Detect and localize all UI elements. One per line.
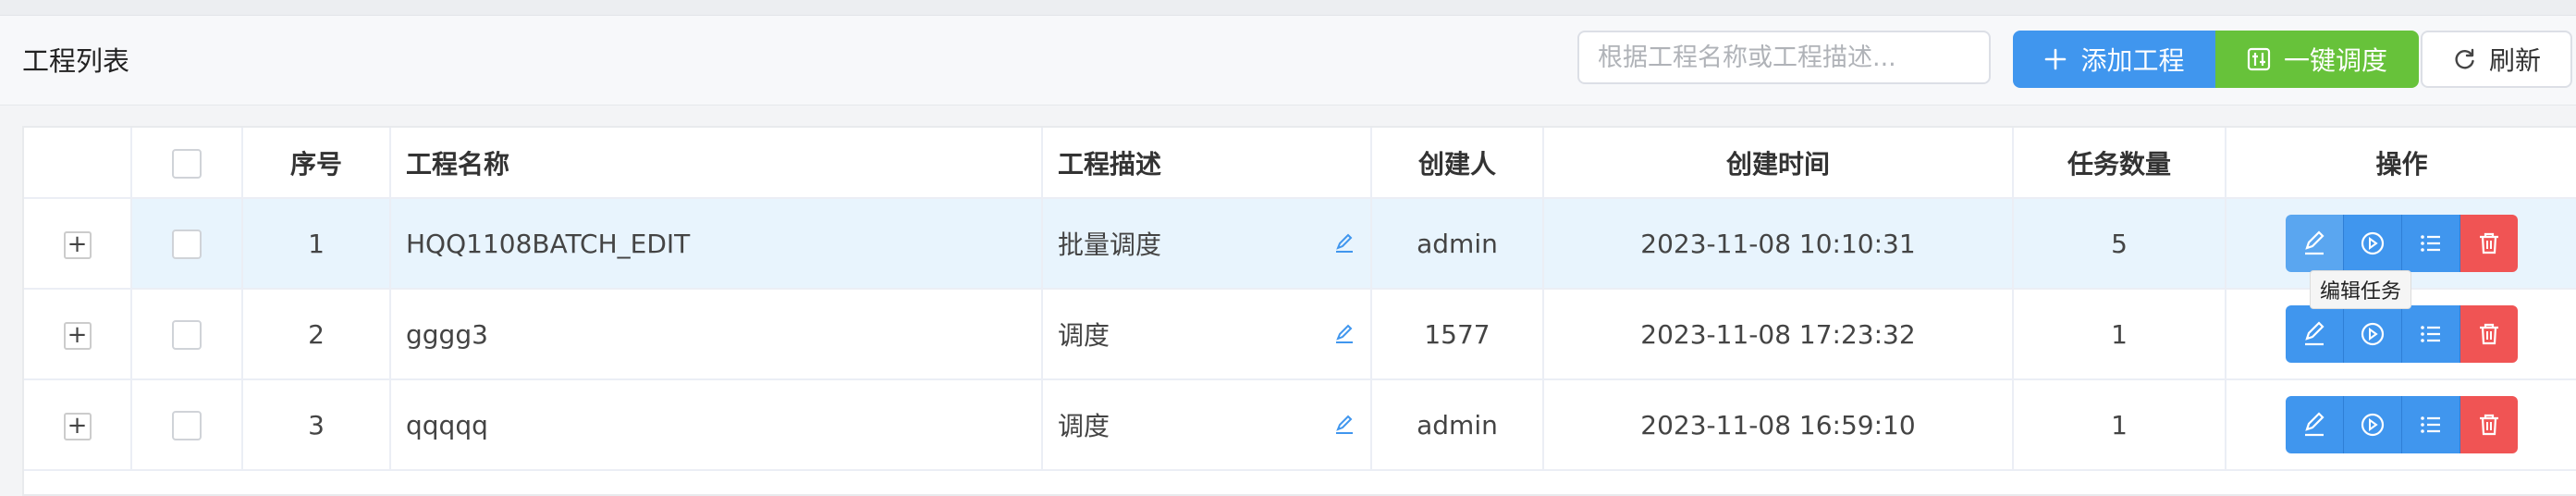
desc-cell: 批量调度	[1042, 198, 1372, 290]
column-header-actions: 操作	[2226, 128, 2576, 199]
list-icon	[2421, 326, 2440, 342]
row-index: 2	[242, 289, 391, 380]
run-button[interactable]	[2344, 305, 2402, 363]
column-header-name: 工程名称	[390, 128, 1043, 199]
expand-column-header	[24, 128, 132, 199]
table-row[interactable]: + 1 HQQ1108BATCH_EDIT 批量调度 admin 2023-11…	[24, 198, 2576, 290]
row-index: 3	[242, 379, 391, 471]
dispatch-icon	[2247, 47, 2271, 71]
edit-task-tooltip: 编辑任务	[2310, 270, 2412, 309]
creator: admin	[1371, 379, 1544, 471]
column-header-tasks: 任务数量	[2013, 128, 2226, 199]
project-table-card: 序号 工程名称 工程描述 创建人 创建时间 任务数量 操作 + 1 HQQ110…	[22, 126, 2576, 496]
delete-button[interactable]	[2460, 396, 2518, 453]
one-click-dispatch-button[interactable]: 一键调度	[2215, 31, 2419, 88]
expand-row-button[interactable]: +	[63, 322, 92, 350]
table-row[interactable]: + 3 qqqqq 调度 admin 2023-11-08 16:59:10 1	[24, 379, 2576, 471]
expand-row-button[interactable]: +	[63, 231, 92, 259]
select-cell	[131, 289, 243, 380]
dispatch-label: 一键调度	[2283, 45, 2387, 76]
play-circle-icon	[2361, 231, 2385, 255]
select-all-checkbox[interactable]	[172, 148, 202, 179]
desc-cell: 调度	[1042, 289, 1372, 380]
row-checkbox[interactable]	[172, 320, 202, 350]
project-desc: 调度	[1058, 320, 1110, 351]
list-icon	[2421, 235, 2440, 252]
run-button[interactable]	[2344, 396, 2402, 453]
column-header-desc: 工程描述	[1042, 128, 1372, 199]
column-header-created: 创建时间	[1543, 128, 2014, 199]
plus-icon	[2045, 48, 2067, 70]
edit-icon	[2305, 321, 2325, 346]
project-name: gggg3	[390, 289, 1043, 380]
project-name: qqqqq	[390, 379, 1043, 471]
edit-desc-icon[interactable]	[1333, 323, 1355, 345]
edit-desc-icon[interactable]	[1333, 414, 1355, 436]
refresh-icon	[2455, 48, 2474, 69]
creator: admin	[1371, 198, 1544, 290]
actions-cell	[2226, 379, 2576, 471]
task-count: 1	[2013, 379, 2226, 471]
expand-cell: +	[24, 379, 132, 471]
project-name: HQQ1108BATCH_EDIT	[390, 198, 1043, 290]
add-project-button[interactable]: 添加工程	[2013, 31, 2215, 88]
project-desc: 批量调度	[1058, 229, 1162, 260]
task-count: 5	[2013, 198, 2226, 290]
edit-desc-icon[interactable]	[1333, 232, 1355, 254]
refresh-button[interactable]: 刷新	[2421, 31, 2572, 88]
list-icon	[2421, 416, 2440, 433]
table-header-row: 序号 工程名称 工程描述 创建人 创建时间 任务数量 操作	[24, 128, 2576, 199]
top-strip	[0, 0, 2576, 16]
edit-task-button[interactable]	[2286, 396, 2344, 453]
table-row[interactable]: + 2 gggg3 调度 1577 2023-11-08 17:23:32 1	[24, 289, 2576, 380]
toolbar: 工程列表 添加工程 一键调度 刷新	[0, 16, 2576, 105]
edit-icon	[2305, 412, 2325, 437]
edit-icon	[2305, 230, 2325, 255]
delete-button[interactable]	[2460, 305, 2518, 363]
creator: 1577	[1371, 289, 1544, 380]
row-index: 1	[242, 198, 391, 290]
desc-cell: 调度	[1042, 379, 1372, 471]
run-button[interactable]	[2344, 215, 2402, 272]
select-all-cell	[131, 128, 243, 199]
task-count: 1	[2013, 289, 2226, 380]
page-title: 工程列表	[22, 45, 130, 77]
trash-icon	[2480, 323, 2498, 345]
delete-button[interactable]	[2460, 215, 2518, 272]
refresh-label: 刷新	[2488, 45, 2541, 76]
created-time: 2023-11-08 16:59:10	[1543, 379, 2014, 471]
expand-cell: +	[24, 289, 132, 380]
row-actions	[2286, 215, 2518, 272]
play-circle-icon	[2361, 322, 2385, 346]
expand-cell: +	[24, 198, 132, 290]
task-list-button[interactable]	[2402, 215, 2460, 272]
edit-task-button[interactable]	[2286, 215, 2344, 272]
created-time: 2023-11-08 17:23:32	[1543, 289, 2014, 380]
edit-task-button[interactable]	[2286, 305, 2344, 363]
add-project-label: 添加工程	[2080, 45, 2185, 76]
project-table: 序号 工程名称 工程描述 创建人 创建时间 任务数量 操作 + 1 HQQ110…	[24, 128, 2576, 471]
play-circle-icon	[2361, 413, 2385, 437]
created-time: 2023-11-08 10:10:31	[1543, 198, 2014, 290]
row-checkbox[interactable]	[172, 411, 202, 440]
trash-icon	[2480, 232, 2498, 254]
expand-row-button[interactable]: +	[63, 413, 92, 440]
row-actions	[2286, 396, 2518, 453]
row-actions	[2286, 305, 2518, 363]
select-cell	[131, 198, 243, 290]
trash-icon	[2480, 414, 2498, 436]
select-cell	[131, 379, 243, 471]
project-desc: 调度	[1058, 411, 1110, 441]
task-list-button[interactable]	[2402, 305, 2460, 363]
row-checkbox[interactable]	[172, 229, 202, 259]
search-input[interactable]	[1577, 31, 1991, 84]
task-list-button[interactable]	[2402, 396, 2460, 453]
column-header-creator: 创建人	[1371, 128, 1544, 199]
column-header-index: 序号	[242, 128, 391, 199]
